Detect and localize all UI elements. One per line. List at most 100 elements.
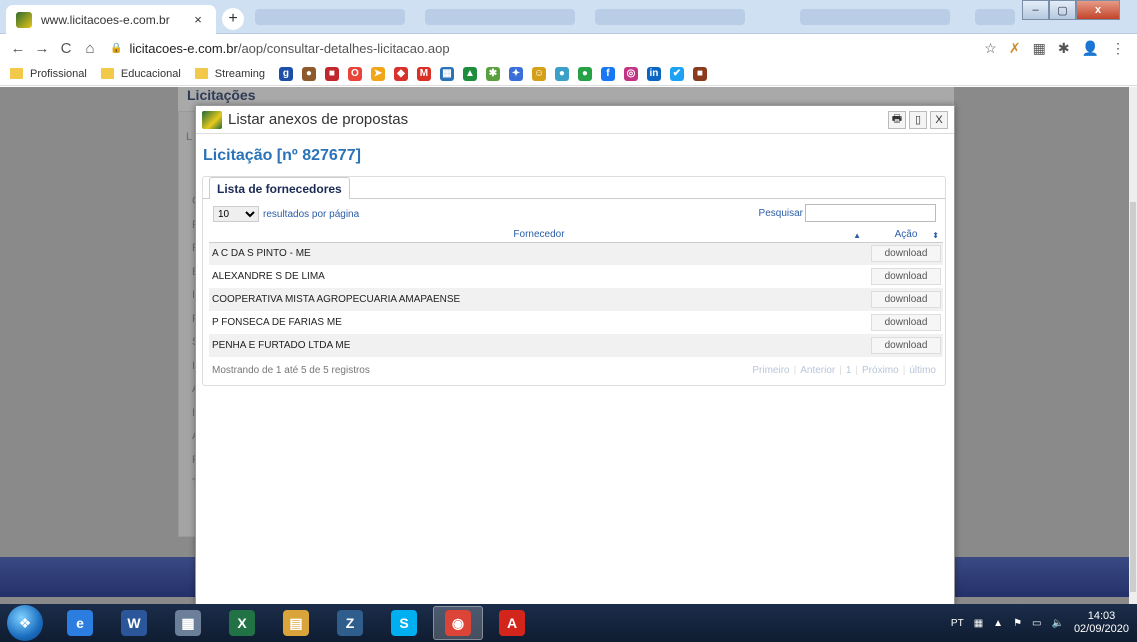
taskbar-ie-button[interactable]: e bbox=[55, 606, 105, 640]
browser-tab-blurred[interactable] bbox=[425, 9, 575, 25]
forward-icon[interactable]: → bbox=[30, 40, 54, 57]
bookmark-facebook-icon[interactable]: f bbox=[600, 66, 615, 81]
bookmark-cloud-icon[interactable]: ● bbox=[554, 66, 569, 81]
bookmark-drive-icon[interactable]: ▲ bbox=[462, 66, 477, 81]
bookmark-instagram-icon[interactable]: ◎ bbox=[623, 66, 638, 81]
bookmark-whatsapp-icon[interactable]: ● bbox=[577, 66, 592, 81]
keyboard-icon[interactable]: ▦ bbox=[974, 618, 983, 629]
taskbar-calculator-button[interactable]: ▦ bbox=[163, 606, 213, 640]
pager-previous[interactable]: Anterior bbox=[800, 365, 835, 376]
bookmark-folder-profissional[interactable]: Profissional bbox=[10, 68, 87, 80]
licitacao-title: Licitação [nº 827677] bbox=[203, 147, 361, 164]
tab-close-icon[interactable]: × bbox=[190, 12, 206, 27]
tab-title: www.licitacoes-e.com.br bbox=[41, 12, 170, 27]
bookmark-g-icon[interactable]: g bbox=[278, 66, 293, 81]
bookmark-folder-label: Profissional bbox=[30, 67, 87, 80]
start-button[interactable]: ❖ bbox=[7, 605, 43, 641]
supplier-name: ALEXANDRE S DE LIMA bbox=[212, 271, 325, 282]
pager-page[interactable]: 1 bbox=[846, 365, 852, 376]
url-input[interactable]: 🔒 licitacoes-e.com.br /aop/consultar-det… bbox=[110, 35, 984, 61]
bookmark-gmail-icon[interactable]: M bbox=[416, 66, 431, 81]
acrobat-icon: A bbox=[499, 610, 525, 636]
browser-tab-blurred[interactable] bbox=[255, 9, 405, 25]
clock[interactable]: 14:03 02/09/2020 bbox=[1074, 610, 1129, 636]
taskbar-explorer-button[interactable]: ▤ bbox=[271, 606, 321, 640]
download-button[interactable]: download bbox=[871, 337, 941, 354]
page-length-label: resultados por página bbox=[263, 208, 360, 220]
bookmark-star-icon[interactable]: ☆ bbox=[984, 40, 997, 57]
column-header-acao[interactable]: Ação ⬍ bbox=[869, 228, 943, 243]
download-button[interactable]: download bbox=[871, 291, 941, 308]
bookmark-folder-streaming[interactable]: Streaming bbox=[194, 68, 265, 80]
bookmark-grid-icon[interactable]: ▦ bbox=[439, 66, 454, 81]
language-indicator[interactable]: PT bbox=[951, 618, 964, 629]
volume-icon[interactable]: 🔈 bbox=[1051, 618, 1063, 629]
action-cell: download bbox=[869, 288, 943, 311]
bookmark-face-icon[interactable]: ☺ bbox=[531, 66, 546, 81]
address-bar-actions: ☆ ✗ ▦ ✱ 👤 ⋮ bbox=[984, 40, 1125, 57]
column-header-fornecedor[interactable]: Fornecedor ▲ bbox=[209, 228, 869, 243]
browser-tab-active[interactable]: www.licitacoes-e.com.br × bbox=[6, 5, 216, 34]
extension-icon[interactable]: ✗ bbox=[1009, 40, 1021, 57]
maximize-icon[interactable]: ▯ bbox=[909, 110, 927, 129]
extension-icon[interactable]: ▦ bbox=[1033, 40, 1046, 57]
column-label: Fornecedor bbox=[513, 229, 565, 241]
search-input[interactable] bbox=[805, 204, 936, 222]
network-icon[interactable]: ▭ bbox=[1032, 618, 1041, 629]
folder-icon bbox=[194, 68, 208, 79]
bb-favicon-icon bbox=[16, 11, 32, 28]
show-hidden-icons-icon[interactable]: ▲ bbox=[993, 618, 1003, 629]
bookmark-linkedin-icon[interactable]: in bbox=[646, 66, 661, 81]
url-host: licitacoes-e.com.br bbox=[129, 40, 238, 56]
print-icon[interactable]: 🖶 bbox=[888, 110, 906, 129]
modal-titlebar[interactable]: Listar anexos de propostas 🖶 ▯ X bbox=[196, 106, 954, 134]
window-close-button[interactable]: x bbox=[1076, 0, 1120, 20]
folder-icon bbox=[100, 68, 114, 79]
new-tab-button[interactable]: + bbox=[222, 8, 244, 30]
browser-tab-blurred[interactable] bbox=[595, 9, 745, 25]
action-center-flag-icon[interactable]: ⚑ bbox=[1013, 618, 1022, 629]
page-scrollbar[interactable] bbox=[1129, 87, 1137, 604]
close-icon[interactable]: X bbox=[930, 110, 948, 129]
download-button[interactable]: download bbox=[871, 268, 941, 285]
bookmark-cap-icon[interactable]: ◆ bbox=[393, 66, 408, 81]
browser-menu-icon[interactable]: ⋮ bbox=[1111, 40, 1125, 57]
bookmark-dropbox-icon[interactable]: ✦ bbox=[508, 66, 523, 81]
bookmark-pinwheel-icon[interactable]: ✱ bbox=[485, 66, 500, 81]
taskbar-zoiper-button[interactable]: Z bbox=[325, 606, 375, 640]
profile-avatar-icon[interactable]: 👤 bbox=[1082, 40, 1099, 57]
taskbar-word-button[interactable]: W bbox=[109, 606, 159, 640]
scrollbar-thumb[interactable] bbox=[1130, 202, 1136, 592]
page-length-select[interactable]: 10 bbox=[213, 206, 259, 222]
search-label: Pesquisar bbox=[758, 207, 803, 219]
bookmark-book-icon[interactable]: ■ bbox=[692, 66, 707, 81]
reload-icon[interactable]: C bbox=[54, 40, 78, 57]
bookmark-folder-educacional[interactable]: Educacional bbox=[100, 68, 181, 80]
download-button[interactable]: download bbox=[871, 314, 941, 331]
taskbar-chrome-button[interactable]: ◉ bbox=[433, 606, 483, 640]
extensions-puzzle-icon[interactable]: ✱ bbox=[1058, 40, 1070, 57]
maximize-button[interactable]: ▢ bbox=[1049, 0, 1076, 20]
back-icon[interactable]: ← bbox=[6, 40, 30, 57]
minimize-button[interactable]: – bbox=[1022, 0, 1049, 20]
bookmarks-bar: Profissional Educacional Streaming g ● ■ O ➤… bbox=[0, 62, 1137, 86]
home-icon[interactable]: ⌂ bbox=[78, 40, 102, 57]
bookmark-o-icon[interactable]: O bbox=[347, 66, 362, 81]
browser-tab-blurred[interactable] bbox=[800, 9, 950, 25]
pager-next[interactable]: Próximo bbox=[862, 365, 899, 376]
pager-first[interactable]: Primeiro bbox=[752, 365, 789, 376]
skype-icon: S bbox=[391, 610, 417, 636]
browser-tab-blurred[interactable] bbox=[975, 9, 1015, 25]
folder-icon bbox=[10, 68, 23, 79]
taskbar-skype-button[interactable]: S bbox=[379, 606, 429, 640]
bookmark-twitter-icon[interactable]: ✔ bbox=[669, 66, 684, 81]
taskbar-acrobat-button[interactable]: A bbox=[487, 606, 537, 640]
bookmark-qr-icon[interactable]: ■ bbox=[324, 66, 339, 81]
attachments-modal: Listar anexos de propostas 🖶 ▯ X Licitaç… bbox=[195, 105, 955, 606]
taskbar-excel-button[interactable]: X bbox=[217, 606, 267, 640]
pager-last[interactable]: último bbox=[909, 365, 936, 376]
bookmark-cookie-icon[interactable]: ● bbox=[301, 66, 316, 81]
bookmark-arrow-icon[interactable]: ➤ bbox=[370, 66, 385, 81]
tab-suppliers-list[interactable]: Lista de fornecedores bbox=[209, 177, 350, 199]
download-button[interactable]: download bbox=[871, 245, 941, 263]
